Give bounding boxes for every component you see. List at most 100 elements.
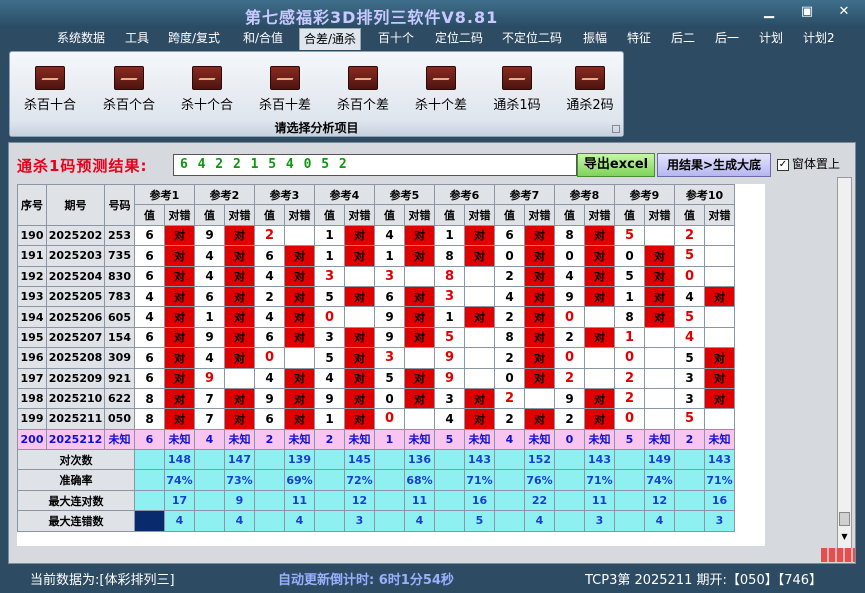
stats-row: 最大连对数 17 9 11 12 11 16 22 11 12 16 — [17, 489, 735, 512]
header-result: 对错 — [224, 204, 255, 226]
stats-blank — [434, 510, 465, 532]
prediction-result-field[interactable]: 6 4 2 2 1 5 4 0 5 2 — [173, 154, 577, 176]
menu-item-amplitude[interactable]: 振幅 — [583, 28, 607, 50]
checkbox-icon[interactable]: ✓ — [777, 158, 789, 171]
ref-result: 对 — [404, 387, 435, 410]
header-value: 值 — [554, 204, 585, 226]
stats-blank — [554, 489, 585, 512]
ref-value: 8 — [434, 265, 465, 287]
menu-item-features[interactable]: 特征 — [627, 28, 651, 50]
ref-value: 4 — [314, 367, 345, 389]
export-excel-button[interactable]: 导出excel — [577, 153, 655, 177]
header-value: 值 — [194, 204, 225, 226]
restore-icon[interactable]: ▣ — [796, 4, 818, 20]
ref-result: 对 — [344, 224, 375, 247]
stats-blank — [314, 489, 345, 512]
close-icon[interactable]: ✕ — [833, 4, 855, 20]
kill-hundreds-tens-diff-button[interactable]: 杀百十差 — [246, 66, 324, 116]
ref-value: 2 — [494, 347, 525, 369]
ref-value: 5 — [614, 224, 645, 247]
ref-result: 对 — [284, 387, 315, 410]
ref-value: 3 — [674, 367, 705, 389]
ref-result: 未知 — [164, 428, 195, 451]
ref-result: 对 — [404, 245, 435, 267]
ref-value: 8 — [494, 326, 525, 349]
ref-result: 未知 — [404, 428, 435, 451]
menu-item-system-data[interactable]: 系统数据 — [57, 28, 105, 50]
menu-item-plan[interactable]: 计划 — [759, 28, 783, 50]
row-seq: 194 — [17, 306, 47, 328]
kill-tens-ones-diff-button[interactable]: 杀十个差 — [402, 66, 480, 116]
header-result: 对错 — [404, 204, 435, 226]
kill-tens-ones-sum-button[interactable]: 杀十个合 — [168, 66, 246, 116]
menu-item-last-two[interactable]: 后二 — [671, 28, 695, 50]
header-result: 对错 — [524, 204, 555, 226]
menu-item-hundreds-tens-ones[interactable]: 百十个 — [378, 28, 414, 50]
kill-hundreds-ones-sum-button[interactable]: 杀百个合 — [90, 66, 168, 116]
stats-blank — [494, 469, 525, 491]
menu-item-sum[interactable]: 和/合值 — [243, 28, 283, 50]
topmost-checkbox[interactable]: ✓ 窗体置上 — [777, 155, 840, 172]
minimize-icon[interactable]: ▁ — [758, 4, 780, 20]
ref-value: 8 — [554, 224, 585, 247]
ref-value: 3 — [314, 326, 345, 349]
table-row[interactable]: 190 2025202 253 6 对 9 对 2 1 对 4 对 1 对 6 对 8 对 5 2 — [17, 224, 735, 247]
ref-value: 1 — [314, 408, 345, 430]
table-row[interactable]: 191 2025203 735 6 对 4 对 6 对 1 对 1 对 8 对 0 对 0 对 0 对 5 — [17, 245, 735, 267]
stats-blank — [254, 489, 285, 512]
stats-blank — [614, 449, 645, 471]
scrollbar-thumb[interactable] — [839, 512, 850, 526]
table-row[interactable]: 199 2025211 050 8 对 7 对 6 对 1 对 0 4 对 2 对 2 对 0 5 — [17, 408, 735, 430]
row-number: 309 — [104, 347, 135, 369]
ref-result: 对 — [344, 347, 375, 369]
stats-value: 9 — [224, 489, 255, 512]
menu-item-non-position-two[interactable]: 不定位二码 — [502, 28, 562, 50]
stats-value: 148 — [164, 449, 195, 471]
status-bar: 当前数据为:[体彩排列三] 自动更新倒计时: 6时1分54秒 TCP3第 202… — [0, 564, 865, 593]
kill-hundreds-ones-diff-button[interactable]: 杀百个差 — [324, 66, 402, 116]
expand-corner-icon[interactable] — [612, 125, 620, 133]
kill-one-code-button[interactable]: 通杀1码 — [478, 66, 556, 116]
ref-result — [224, 367, 255, 389]
menu-item-plan2[interactable]: 计划2 — [803, 28, 835, 50]
menu-item-position-two[interactable]: 定位二码 — [435, 28, 483, 50]
menu-item-last-one[interactable]: 后一 — [715, 28, 739, 50]
chart-icon — [575, 66, 605, 90]
table-row[interactable]: 198 2025210 622 8 对 7 对 9 对 9 对 0 对 3 对 2 9 对 2 3 对 — [17, 387, 735, 410]
ref-result: 对 — [164, 347, 195, 369]
ref-result: 对 — [164, 367, 195, 389]
ref-result — [704, 306, 735, 328]
ref-value: 4 — [494, 428, 525, 451]
ref-value: 8 — [134, 408, 165, 430]
ref-result: 对 — [404, 306, 435, 328]
ref-value: 3 — [314, 265, 345, 287]
ref-result: 对 — [464, 224, 495, 247]
stats-label: 对次数 — [17, 449, 135, 471]
table-row[interactable]: 197 2025209 921 6 对 9 4 对 4 对 5 对 9 0 对 2 2 3 对 — [17, 367, 735, 389]
ref-value: 4 — [134, 285, 165, 308]
menu-item-span[interactable]: 跨度/复式 — [168, 28, 220, 50]
ref-value: 8 — [134, 387, 165, 410]
table-row[interactable]: 200 2025212 未知 6 未知 4 未知 2 未知 2 未知 1 未知 5 未知 4 未知 0 未知 5 未知 2… — [17, 428, 735, 451]
stats-value: 4 — [524, 510, 555, 532]
scroll-down-icon[interactable]: ▼ — [839, 530, 850, 544]
table-row[interactable]: 196 2025208 309 6 对 4 对 0 5 对 3 9 2 对 0 0 5 对 — [17, 347, 735, 369]
ref-result — [344, 306, 375, 328]
table-row[interactable]: 195 2025207 154 6 对 9 对 6 对 3 对 9 对 5 8 对 2 对 1 4 — [17, 326, 735, 349]
table-row[interactable]: 194 2025206 605 4 对 1 对 4 对 0 9 对 1 对 2 对 0 8 对 5 — [17, 306, 735, 328]
header-value: 值 — [434, 204, 465, 226]
vertical-scrollbar[interactable]: ▼ — [837, 177, 852, 549]
table-row[interactable]: 193 2025205 783 4 对 6 对 2 对 5 对 6 对 3 4 对 9 对 1 对 4 对 — [17, 285, 735, 308]
ref-value: 3 — [374, 347, 405, 369]
stats-value: 4 — [404, 510, 435, 532]
row-period: 2025205 — [46, 285, 105, 308]
menu-item-tools[interactable]: 工具 — [125, 28, 149, 50]
generate-base-button[interactable]: 用结果>生成大底 — [657, 153, 771, 177]
kill-two-code-button[interactable]: 通杀2码 — [551, 66, 629, 116]
ref-value: 6 — [134, 367, 165, 389]
row-number: 830 — [104, 265, 135, 287]
tab-combined-diff[interactable]: 合差/通杀 — [299, 28, 362, 50]
table-row[interactable]: 192 2025204 830 6 对 4 对 4 对 3 3 8 2 对 4 对 5 对 0 — [17, 265, 735, 287]
kill-hundreds-tens-sum-button[interactable]: 杀百十合 — [11, 66, 89, 116]
header-value: 值 — [494, 204, 525, 226]
